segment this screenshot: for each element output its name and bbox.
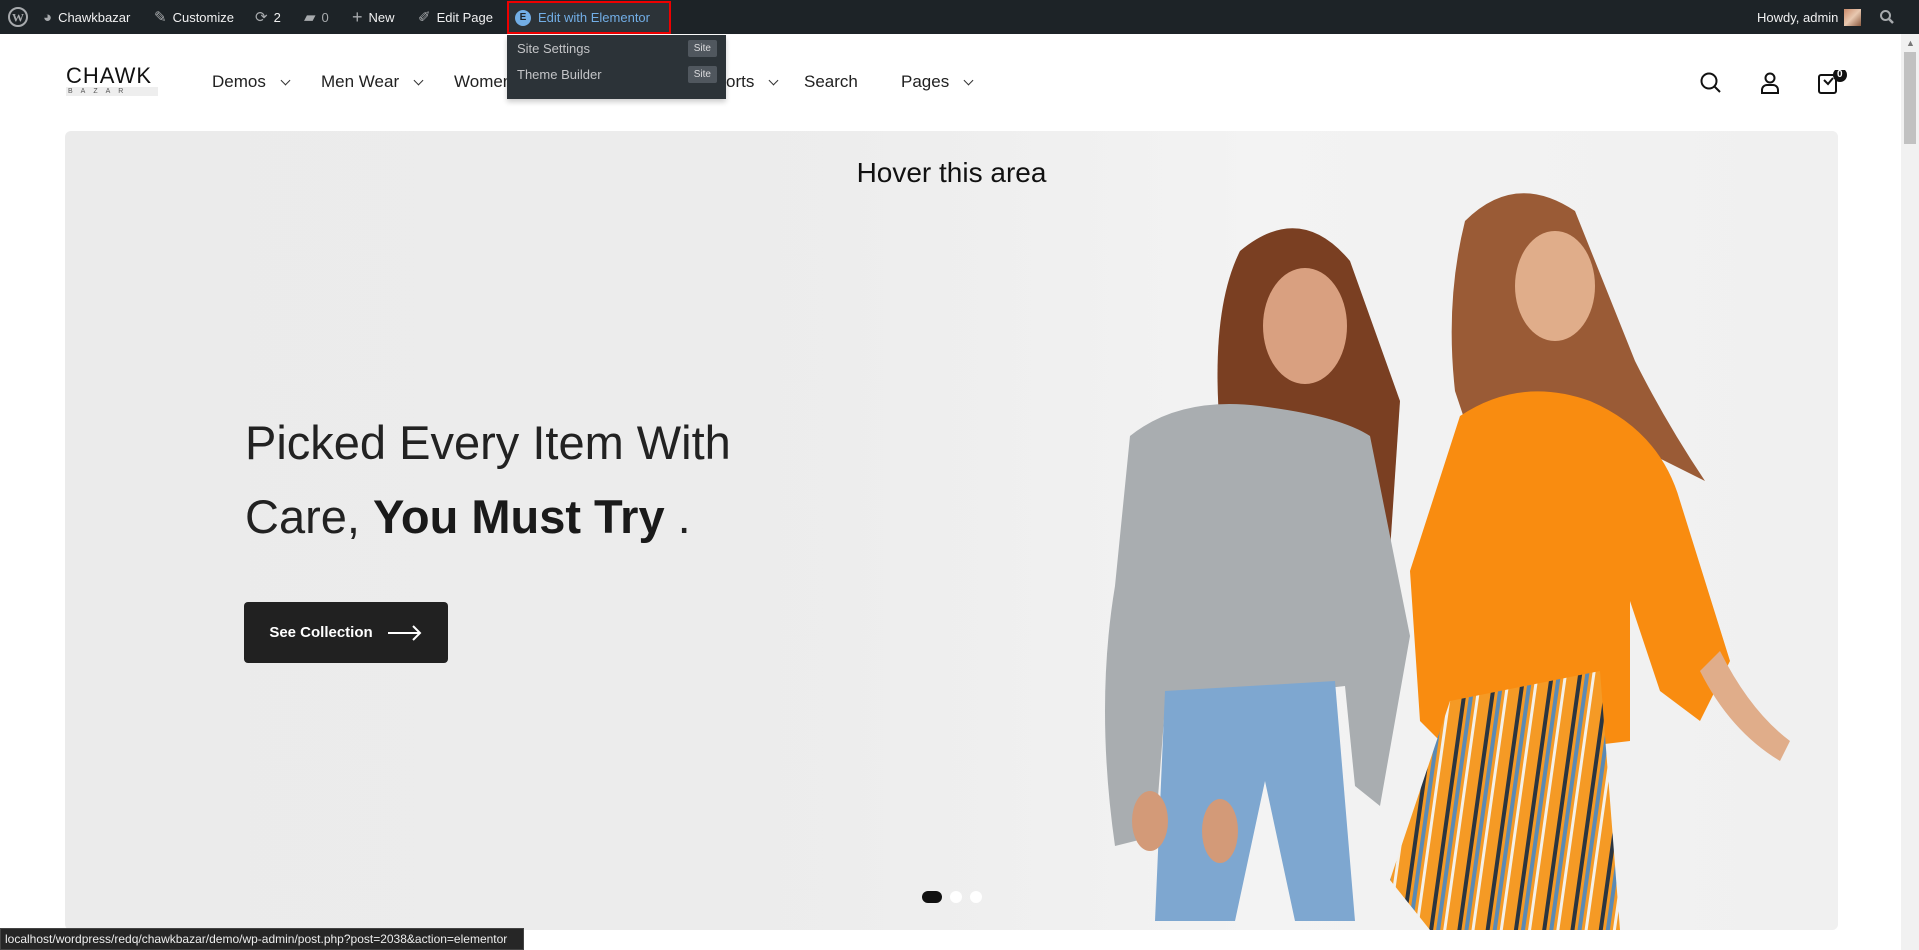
cart-count-badge: 0 (1837, 69, 1843, 80)
logo-top-text: CHAWK (66, 63, 153, 88)
page-scrollbar[interactable]: ▲ (1901, 34, 1919, 950)
menu-item-label: Site Settings (517, 41, 590, 56)
nav-label: Men Wear (321, 72, 400, 91)
heading-regular: Care, (245, 490, 373, 543)
slider-dot-1[interactable] (922, 891, 942, 903)
cta-label: See Collection (269, 624, 373, 641)
comment-icon: ▰ (304, 9, 316, 26)
slider-dot-2[interactable] (950, 891, 962, 903)
hover-area-label: Hover this area (856, 157, 1047, 188)
nav-label: Search (804, 72, 858, 91)
nav-label: Demos (212, 72, 266, 91)
scrollbar-thumb[interactable] (1904, 52, 1916, 144)
heading-line-2: Care, You Must Try . (245, 480, 731, 554)
cart-icon[interactable]: 0 (1816, 68, 1852, 96)
pencil-icon: ✐ (418, 9, 431, 26)
site-name-label: Chawkbazar (58, 9, 131, 25)
new-link[interactable]: + New (352, 0, 395, 34)
heading-end: . (664, 490, 691, 543)
site-badge: Site (687, 40, 717, 57)
updates-icon: ⟳ (255, 9, 268, 26)
browser-status-bar: localhost/wordpress/redq/chawkbazar/demo… (0, 928, 524, 950)
user-icon[interactable] (1757, 70, 1783, 96)
menu-item-theme-builder[interactable]: Theme Builder Site (517, 66, 717, 83)
customize-label: Customize (172, 9, 234, 25)
nav-women[interactable]: Women (454, 72, 512, 92)
admin-bar: W ◕ Chawkbazar ✎ Customize ⟳ 2 ▰ 0 + New ✐ Edi… (0, 0, 1919, 34)
site-header: CHAWK BAZAR Demos Men Wear Women orts Se… (0, 34, 1900, 131)
elementor-dropdown-menu: Site Settings Site Theme Builder Site (507, 35, 726, 99)
wordpress-logo-icon[interactable]: W (8, 0, 28, 34)
nav-demos[interactable]: Demos (212, 72, 291, 92)
site-badge: Site (687, 66, 717, 83)
nav-label: Pages (901, 72, 950, 91)
heading-bold: You Must Try (373, 490, 665, 543)
slider-dot-3[interactable] (970, 891, 982, 903)
chevron-down-icon (413, 75, 424, 85)
customize-link[interactable]: ✎ Customize (154, 0, 234, 34)
chevron-down-icon (280, 75, 291, 85)
hero-slider[interactable]: Hover this area Picked Every Item With C… (65, 131, 1838, 930)
plus-icon: + (352, 6, 363, 27)
nav-label: orts (726, 72, 755, 91)
comments-link[interactable]: ▰ 0 (304, 0, 329, 34)
menu-item-label: Theme Builder (517, 67, 602, 82)
chevron-down-icon (768, 75, 779, 85)
nav-label: Women (454, 72, 513, 91)
heading-line-1: Picked Every Item With (245, 416, 731, 469)
edit-with-elementor-link[interactable]: E Edit with Elementor (507, 1, 671, 34)
nav-men-wear[interactable]: Men Wear (321, 72, 424, 92)
howdy-label: Howdy, admin (1757, 9, 1839, 25)
logo-bottom-text: BAZAR (66, 87, 158, 96)
dashboard-icon: ◕ (43, 8, 53, 26)
updates-link[interactable]: ⟳ 2 (255, 0, 281, 34)
scroll-up-icon[interactable]: ▲ (1906, 38, 1915, 48)
edit-page-link[interactable]: ✐ Edit Page (418, 0, 493, 34)
admin-search-icon[interactable] (1879, 0, 1895, 34)
elementor-icon: E (515, 9, 531, 26)
menu-item-site-settings[interactable]: Site Settings Site (517, 40, 717, 57)
updates-count: 2 (273, 9, 281, 25)
new-label: New (368, 9, 395, 25)
hero-heading: Picked Every Item With Care, You Must Tr… (245, 406, 731, 554)
account-menu[interactable]: Howdy, admin (1757, 0, 1862, 34)
nav-pages[interactable]: Pages (901, 72, 974, 92)
nav-search[interactable]: Search (804, 72, 858, 92)
search-icon[interactable] (1698, 70, 1724, 96)
site-name-link[interactable]: ◕ Chawkbazar (43, 0, 130, 34)
svg-text:W: W (12, 11, 24, 25)
brush-icon: ✎ (154, 9, 167, 26)
arrow-right-icon (387, 624, 422, 641)
chevron-down-icon (963, 75, 974, 85)
comments-count: 0 (321, 9, 329, 25)
logo[interactable]: CHAWK BAZAR (66, 65, 158, 96)
edit-page-label: Edit Page (436, 9, 493, 25)
avatar (1844, 8, 1862, 26)
see-collection-button[interactable]: See Collection (244, 602, 448, 663)
edit-elementor-label: Edit with Elementor (538, 10, 650, 25)
nav-sports[interactable]: orts (726, 72, 779, 92)
